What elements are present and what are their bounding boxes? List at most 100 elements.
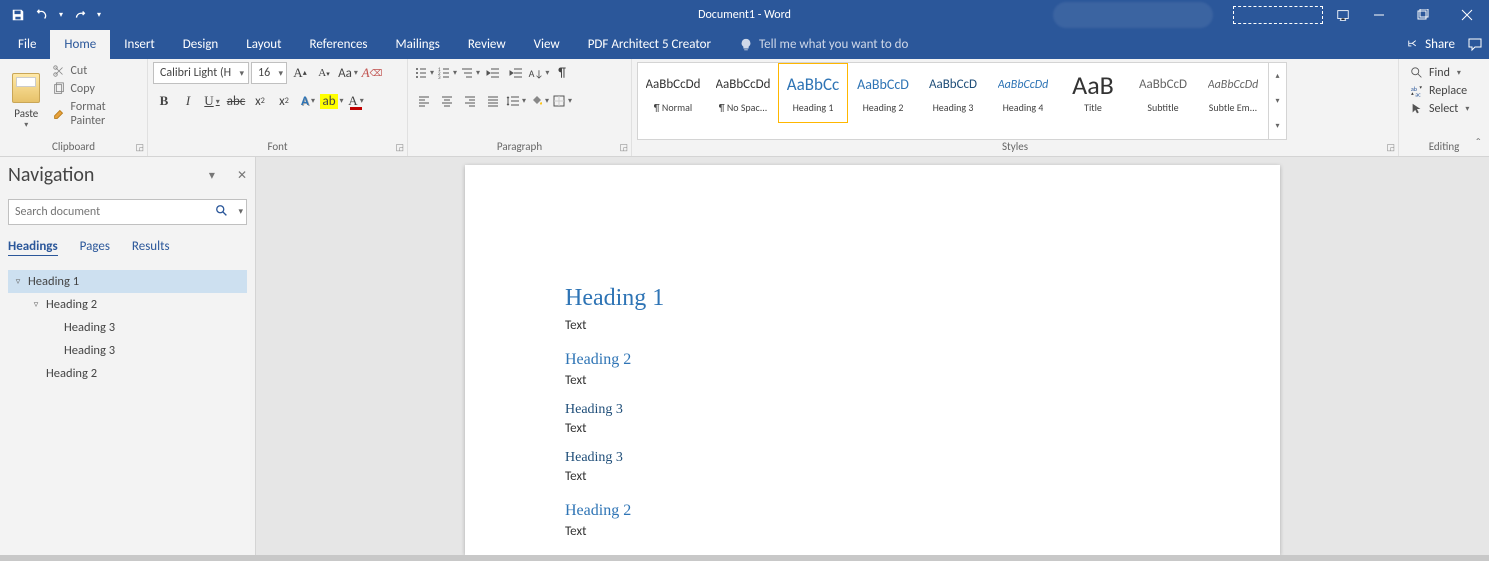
tab-file[interactable]: File	[4, 30, 50, 59]
undo-dropdown-icon[interactable]: ▾	[56, 5, 66, 25]
tell-me-input[interactable]: Tell me what you want to do	[725, 30, 922, 59]
doc-h1[interactable]: Heading 1	[565, 285, 1180, 312]
paste-button[interactable]: Paste ▾	[5, 62, 48, 140]
tab-design[interactable]: Design	[169, 30, 232, 59]
cut-button[interactable]: Cut	[52, 64, 140, 78]
superscript-button[interactable]: x2	[273, 90, 295, 112]
style-item[interactable]: AaBbCcDdSubtle Em...	[1198, 63, 1268, 123]
increase-indent-button[interactable]	[505, 62, 527, 84]
nav-tree-item[interactable]: Heading 3	[8, 339, 247, 362]
doc-body[interactable]: Text	[565, 524, 1180, 539]
doc-h3[interactable]: Heading 3	[565, 402, 1180, 418]
clear-formatting-button[interactable]: A⌫	[361, 62, 383, 84]
align-center-button[interactable]	[436, 90, 458, 112]
style-item[interactable]: AaBbCcHeading 1	[778, 63, 848, 123]
doc-h2[interactable]: Heading 2	[565, 502, 1180, 520]
bold-button[interactable]: B	[153, 90, 175, 112]
doc-body[interactable]: Text	[565, 469, 1180, 484]
shrink-font-button[interactable]: A▾	[313, 62, 335, 84]
subscript-button[interactable]: x2	[249, 90, 271, 112]
expander-icon[interactable]: ▿	[30, 299, 42, 310]
nav-tab-pages[interactable]: Pages	[80, 239, 110, 256]
align-right-button[interactable]	[459, 90, 481, 112]
undo-icon[interactable]	[32, 5, 52, 25]
text-effects-button[interactable]: A	[297, 90, 319, 112]
maximize-button[interactable]	[1401, 0, 1445, 30]
style-item[interactable]: AaBbCcDHeading 2	[848, 63, 918, 123]
tab-references[interactable]: References	[296, 30, 382, 59]
sort-button[interactable]: A↓	[528, 62, 550, 84]
ribbon-display-options-icon[interactable]	[1333, 5, 1353, 25]
select-dropdown-icon[interactable]: ▾	[1465, 104, 1469, 114]
qat-customize-icon[interactable]: ▾	[94, 5, 104, 25]
paste-dropdown-icon[interactable]: ▾	[24, 120, 28, 130]
font-size-selector[interactable]: 16	[251, 62, 287, 84]
clipboard-dialog-launcher[interactable]: ◲	[135, 142, 144, 153]
copy-button[interactable]: Copy	[52, 82, 140, 96]
find-button[interactable]: Find▾	[1410, 66, 1469, 80]
nav-tree-item[interactable]: Heading 3	[8, 316, 247, 339]
save-icon[interactable]	[8, 5, 28, 25]
share-button[interactable]: Share	[1407, 37, 1455, 52]
search-input[interactable]	[8, 199, 247, 225]
style-item[interactable]: AaBTitle	[1058, 63, 1128, 123]
show-hide-button[interactable]: ¶	[551, 62, 573, 84]
collapse-ribbon-button[interactable]: ˆ	[1475, 135, 1481, 152]
font-color-button[interactable]: A	[345, 90, 367, 112]
doc-body[interactable]: Text	[565, 318, 1180, 333]
doc-h3[interactable]: Heading 3	[565, 450, 1180, 466]
document-page[interactable]: Heading 1 Text Heading 2 Text Heading 3 Text H…	[465, 165, 1280, 555]
scrollbar-thumb[interactable]	[0, 555, 1489, 561]
nav-tree-item[interactable]: Heading 2	[8, 362, 247, 385]
format-painter-button[interactable]: Format Painter	[52, 100, 140, 128]
strikethrough-button[interactable]: abc	[225, 90, 247, 112]
nav-tab-results[interactable]: Results	[132, 239, 170, 256]
line-spacing-button[interactable]	[505, 90, 527, 112]
nav-tree-item[interactable]: ▿Heading 2	[8, 293, 247, 316]
tab-mailings[interactable]: Mailings	[382, 30, 454, 59]
select-button[interactable]: Select▾	[1410, 102, 1469, 116]
doc-body[interactable]: Text	[565, 373, 1180, 388]
nav-tab-headings[interactable]: Headings	[8, 239, 58, 256]
highlight-button[interactable]: ab	[321, 90, 343, 112]
decrease-indent-button[interactable]	[482, 62, 504, 84]
italic-button[interactable]: I	[177, 90, 199, 112]
grow-font-button[interactable]: A▴	[289, 62, 311, 84]
borders-button[interactable]	[551, 90, 573, 112]
align-left-button[interactable]	[413, 90, 435, 112]
styles-expand-button[interactable]: ▴▾▾	[1268, 63, 1286, 139]
find-dropdown-icon[interactable]: ▾	[1457, 68, 1461, 78]
underline-button[interactable]: U	[201, 90, 223, 112]
sign-in-box[interactable]	[1233, 6, 1323, 24]
nav-tree-item[interactable]: ▿Heading 1	[8, 270, 247, 293]
tab-review[interactable]: Review	[454, 30, 520, 59]
multilevel-list-button[interactable]	[459, 62, 481, 84]
search-icon[interactable]	[215, 204, 229, 223]
style-item[interactable]: AaBbCcDHeading 3	[918, 63, 988, 123]
expander-icon[interactable]: ▿	[12, 276, 24, 287]
font-name-selector[interactable]: Calibri Light (H	[153, 62, 249, 84]
horizontal-scrollbar[interactable]	[0, 555, 1489, 561]
doc-h2[interactable]: Heading 2	[565, 351, 1180, 369]
style-item[interactable]: AaBbCcDdHeading 4	[988, 63, 1058, 123]
minimize-button[interactable]	[1357, 0, 1401, 30]
comments-icon[interactable]	[1467, 37, 1483, 53]
tab-home[interactable]: Home	[50, 30, 110, 59]
replace-button[interactable]: abacReplace	[1410, 84, 1469, 98]
styles-dialog-launcher[interactable]: ◲	[1386, 142, 1395, 153]
shading-button[interactable]	[528, 90, 550, 112]
redo-icon[interactable]	[70, 5, 90, 25]
tab-insert[interactable]: Insert	[110, 30, 169, 59]
style-item[interactable]: AaBbCcDd¶ Normal	[638, 63, 708, 123]
paragraph-dialog-launcher[interactable]: ◲	[619, 142, 628, 153]
close-button[interactable]	[1445, 0, 1489, 30]
doc-body[interactable]: Text	[565, 421, 1180, 436]
change-case-button[interactable]: Aa	[337, 62, 359, 84]
tab-view[interactable]: View	[520, 30, 574, 59]
style-item[interactable]: AaBbCcDSubtitle	[1128, 63, 1198, 123]
numbering-button[interactable]: 123	[436, 62, 458, 84]
nav-pane-close-icon[interactable]: ✕	[237, 168, 247, 183]
search-dropdown-icon[interactable]: ▾	[238, 206, 243, 217]
bullets-button[interactable]	[413, 62, 435, 84]
tab-layout[interactable]: Layout	[232, 30, 295, 59]
